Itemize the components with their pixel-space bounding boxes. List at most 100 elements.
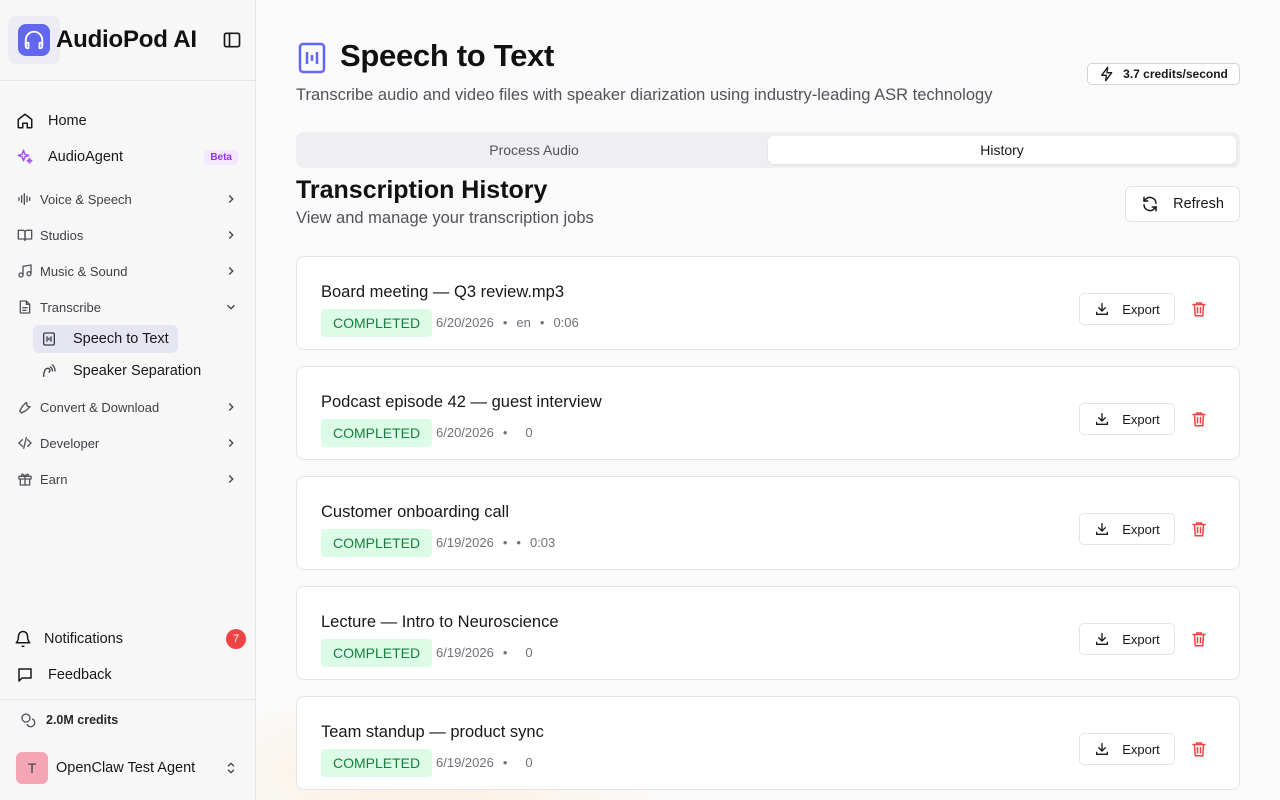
download-icon [1096,633,1109,645]
sidebar-item-audioagent[interactable]: AudioAgent Beta [8,142,246,172]
export-button[interactable]: Export [1079,623,1175,655]
status-badge: COMPLETED [321,309,433,337]
chevron-right-icon [228,475,234,483]
job-card[interactable]: Customer onboarding call COMPLETED 6/19/20… [296,476,1240,570]
delete-button[interactable] [1189,519,1209,539]
credit-rate-badge: 3.7 credits/second [1087,63,1240,85]
tab-bar: Process Audio History [296,132,1240,168]
tab-history[interactable]: History [768,136,1236,164]
speaker-icon [41,363,57,379]
export-button[interactable]: Export [1079,403,1175,435]
job-card[interactable]: Team standup — product sync COMPLETED 6/19… [296,696,1240,790]
job-date: 6/20/2026 [436,315,494,330]
delete-button[interactable] [1189,629,1209,649]
download-icon [1096,743,1109,755]
feedback-button[interactable]: Feedback [8,660,246,690]
code-icon [16,434,34,452]
refresh-button[interactable]: Refresh [1125,186,1240,222]
delete-button[interactable] [1189,739,1209,759]
chevron-right-icon [228,267,234,275]
sidebar-item-studios[interactable]: Studios [8,222,246,248]
job-duration: 0 [525,645,533,660]
export-button[interactable]: Export [1079,293,1175,325]
chevron-right-icon [228,195,234,203]
job-card[interactable]: Lecture — Intro to Neuroscience COMPLETED… [296,586,1240,680]
notifications-button[interactable]: Notifications 7 [8,624,246,654]
section-subtitle: View and manage your transcription jobs [296,209,594,227]
job-name: Team standup — product sync [321,723,544,741]
job-date: 6/20/2026 [436,425,494,440]
home-icon [16,112,34,130]
trash-icon [1192,522,1206,537]
sidebar-item-transcribe[interactable]: Transcribe [8,294,246,320]
chevron-right-icon [228,231,234,239]
job-duration: 0 [525,755,533,770]
job-card[interactable]: Board meeting — Q3 review.mp3 COMPLETED 6/… [296,256,1240,350]
job-duration: 0:06 [553,315,579,330]
sidebar-item-label: AudioAgent [48,149,123,165]
avatar: T [16,752,48,784]
sidebar-subitem-label: Speech to Text [73,331,169,347]
sidebar-item-developer[interactable]: Developer [8,430,246,456]
sidebar-item-label: Transcribe [40,299,101,315]
status-badge: COMPLETED [321,529,433,557]
user-menu[interactable]: T OpenClaw Test Agent [16,752,240,784]
status-badge: COMPLETED [321,639,433,667]
beta-badge: Beta [204,149,238,165]
refresh-icon [1143,196,1157,212]
export-button[interactable]: Export [1079,733,1175,765]
download-icon [1096,303,1109,315]
collapse-sidebar-button[interactable] [222,30,242,50]
separator-dot: • [516,535,521,550]
sidebar-item-label: Earn [40,471,68,487]
sidebar: AudioPod AI Home AudioAgent Beta Voice &… [0,0,256,800]
sidebar-item-voice-speech[interactable]: Voice & Speech [8,186,246,212]
brand[interactable]: AudioPod AI [8,16,197,64]
sidebar-subitem-speech-to-text[interactable]: Speech to Text [33,325,178,353]
wrench-icon [16,398,34,416]
job-language: en [516,315,531,330]
job-name: Customer onboarding call [321,503,510,521]
transcript-icon [41,331,57,347]
trash-icon [1192,742,1206,757]
export-label: Export [1122,741,1160,757]
chevron-down-icon [227,304,235,310]
sidebar-subitem-speaker-separation[interactable]: Speaker Separation [33,357,223,385]
sidebar-item-home[interactable]: Home [8,106,246,136]
sidebar-item-label: Studios [40,227,84,243]
sparkle-icon [16,148,34,166]
job-meta: 6/19/2026 • 0 [436,645,533,660]
job-meta: 6/20/2026 • 0 [436,425,533,440]
export-label: Export [1122,631,1160,647]
lightning-icon [1101,66,1113,82]
transcript-icon [298,42,326,74]
delete-button[interactable] [1189,409,1209,429]
gift-icon [16,470,34,488]
notifications-label: Notifications [44,631,123,647]
sidebar-item-convert-download[interactable]: Convert & Download [8,394,246,420]
job-date: 6/19/2026 [436,535,494,550]
sidebar-item-earn[interactable]: Earn [8,466,246,492]
job-card[interactable]: Podcast episode 42 — guest interview COMP… [296,366,1240,460]
separator-dot: • [502,535,508,550]
job-date: 6/19/2026 [436,755,494,770]
sidebar-item-music-sound[interactable]: Music & Sound [8,258,246,284]
user-name: OpenClaw Test Agent [56,760,196,776]
credits-balance: 2.0M credits [20,712,118,728]
headphones-icon [24,30,44,50]
export-label: Export [1122,521,1160,537]
delete-button[interactable] [1189,299,1209,319]
music-icon [16,262,34,280]
separator-dot: • [502,315,508,330]
sidebar-item-label: Home [48,113,87,129]
job-name: Board meeting — Q3 review.mp3 [321,283,565,301]
job-name: Lecture — Intro to Neuroscience [321,613,559,631]
job-duration: 0 [525,425,533,440]
tab-process-audio[interactable]: Process Audio [300,136,768,164]
export-button[interactable]: Export [1079,513,1175,545]
chevron-right-icon [228,403,234,411]
job-date: 6/19/2026 [436,645,494,660]
brand-logo [8,16,60,64]
book-icon [16,226,34,244]
sidebar-item-label: Convert & Download [40,399,160,415]
